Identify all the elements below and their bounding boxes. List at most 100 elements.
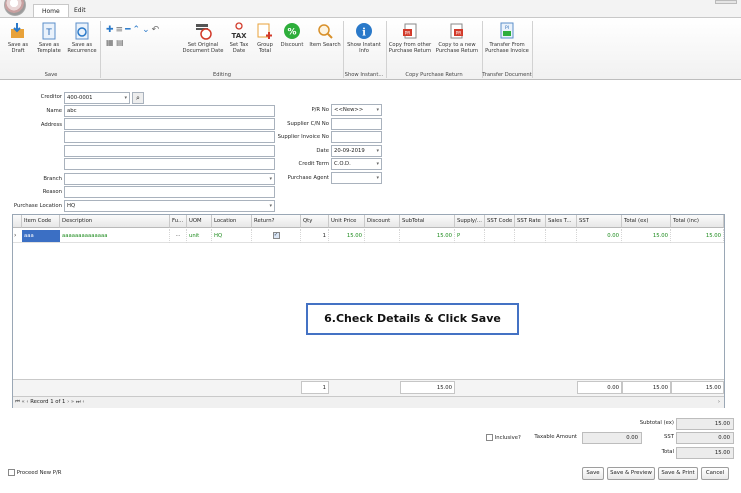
col-header-subtotal[interactable]: SubTotal [400,215,455,228]
next-page-icon[interactable]: » [71,399,74,405]
creditor-search-icon[interactable]: ⌕ [132,92,144,104]
transfer-from-purchase-invoice-button[interactable]: PI Transfer From Purchase Invoice [484,22,530,54]
proceed-new-checkbox[interactable] [8,469,15,476]
col-header-qty[interactable]: Qty [301,215,329,228]
app-menu-orb-icon[interactable] [4,0,26,16]
proceed-new-toggle[interactable]: Proceed New P/R [8,469,61,476]
move-down-icon[interactable]: ⌄ [142,25,152,35]
undo-icon[interactable]: ↶ [152,25,162,35]
save-and-preview-button[interactable]: Save & Preview [607,467,655,480]
sst-label: SST [664,434,674,440]
window-control-button[interactable] [715,0,737,4]
svg-text:T: T [45,28,52,38]
address-line-2[interactable] [64,131,275,143]
copy-to-new-purchase-return-button[interactable]: PR Copy to a new Purchase Return [434,22,480,54]
delete-row-icon[interactable]: ━ [125,25,132,35]
cell-item-code[interactable]: aaa [22,230,60,242]
tab-home[interactable]: Home [33,4,69,18]
tab-edit[interactable]: Edit [66,4,94,18]
col-header-uom[interactable]: UOM [187,215,212,228]
cell-sst[interactable]: 0.00 [577,229,622,243]
credit-term-combobox[interactable]: C.O.D. [331,158,382,170]
cell-uom[interactable]: unit [187,229,212,243]
group-separator [532,21,533,78]
save-and-print-button[interactable]: Save & Print [658,467,698,480]
return-checkbox[interactable]: ✓ [272,232,280,239]
cell-unit-price[interactable]: 15.00 [329,229,365,243]
cell-description[interactable]: aaaaaaaaaaaaaa [60,229,170,243]
table-row[interactable]: › aaa aaaaaaaaaaaaaa ··· unit HQ ✓ 1 15.… [13,229,724,243]
show-instant-info-button[interactable]: i Show Instant Info [345,22,383,54]
add-row-icon[interactable]: ✚ [106,25,116,35]
proceed-new-label: Proceed New P/R [16,470,62,476]
search-icon [318,24,333,39]
svg-text:TAX: TAX [231,32,247,40]
col-header-location[interactable]: Location [212,215,252,228]
cell-total-ex[interactable]: 15.00 [622,229,671,243]
col-header-item-code[interactable]: Item Code [22,215,60,228]
col-header-sst[interactable]: SST [577,215,622,228]
move-up-icon[interactable]: ⌃ [133,25,143,35]
col-header-sst-code[interactable]: SST Code [485,215,515,228]
cell-return[interactable]: ✓ [252,229,301,243]
cell-qty[interactable]: 1 [301,229,329,243]
next-record-icon[interactable]: › [67,399,69,405]
branch-combobox[interactable] [64,173,275,185]
cell-sales-tax[interactable] [546,229,577,243]
list-icon[interactable]: ▤ [116,38,124,47]
save-as-recurrence-button[interactable]: Save as Recurrence [66,22,98,54]
cell-supply[interactable]: P [455,229,485,243]
cell-discount[interactable] [365,229,400,243]
cancel-button[interactable]: Cancel [701,467,729,480]
inclusive-toggle[interactable]: Inclusive? [486,434,521,441]
set-original-document-date-button[interactable]: Set Original Document Date [182,22,224,54]
col-header-total-inc[interactable]: Total (inc) [671,215,724,228]
purchase-location-combobox[interactable]: HQ [64,200,275,212]
scroll-left-icon[interactable]: ‹ [82,399,84,405]
last-record-icon[interactable]: ⏭ [76,399,81,405]
cell-total-inc[interactable]: 15.00 [671,229,724,243]
name-field[interactable]: abc [64,105,275,117]
cell-location[interactable]: HQ [212,229,252,243]
pr-no-combobox[interactable]: <<New>> [331,104,382,116]
col-header-unit-price[interactable]: Unit Price [329,215,365,228]
row-edit-icons: ✚≡━⌃⌄↶ [106,25,161,35]
cell-sst-rate[interactable] [515,229,546,243]
grid-icon[interactable]: ▦ [106,38,114,47]
save-as-draft-button[interactable]: Save as Draft [5,22,31,54]
supplier-cn-field[interactable] [331,118,382,130]
inclusive-checkbox[interactable] [486,434,493,441]
col-header-further-description[interactable]: Fu... [170,215,187,228]
col-header-discount[interactable]: Discount [365,215,400,228]
discount-button[interactable]: % Discount [279,22,305,48]
prev-page-icon[interactable]: « [21,399,24,405]
item-search-button[interactable]: Item Search [308,22,342,48]
save-as-template-button[interactable]: T Save as Template [35,22,63,54]
copy-from-other-purchase-return-button[interactable]: PR Copy from other Purchase Return [388,22,432,54]
col-header-sst-rate[interactable]: SST Rate [515,215,546,228]
scroll-right-icon[interactable]: › [718,397,720,408]
save-button[interactable]: Save [582,467,604,480]
address-line-1[interactable] [64,118,275,130]
address-line-4[interactable] [64,158,275,170]
group-total-button[interactable]: Group Total [254,22,276,54]
col-header-total-ex[interactable]: Total (ex) [622,215,671,228]
purchase-agent-combobox[interactable] [331,172,382,184]
col-header-sales-tax[interactable]: Sales T... [546,215,577,228]
reason-field[interactable] [64,186,275,198]
cell-sst-code[interactable] [485,229,515,243]
cell-subtotal[interactable]: 15.00 [400,229,455,243]
col-header-return[interactable]: Return? [252,215,301,228]
first-record-icon[interactable]: ⏮ [15,399,20,405]
set-tax-date-button[interactable]: TAX Set Tax Date [226,22,252,54]
cell-further-description-ellipsis[interactable]: ··· [170,229,187,243]
prev-record-icon[interactable]: ‹ [26,399,28,405]
supplier-invoice-field[interactable] [331,131,382,143]
creditor-combobox[interactable]: 400-0001 [64,92,130,104]
group-separator [343,21,344,78]
address-line-3[interactable] [64,145,275,157]
insert-row-icon[interactable]: ≡ [116,25,126,35]
col-header-description[interactable]: Description [60,215,170,228]
date-picker[interactable]: 20-09-2019 [331,145,382,157]
col-header-supply[interactable]: Supply/... [455,215,485,228]
